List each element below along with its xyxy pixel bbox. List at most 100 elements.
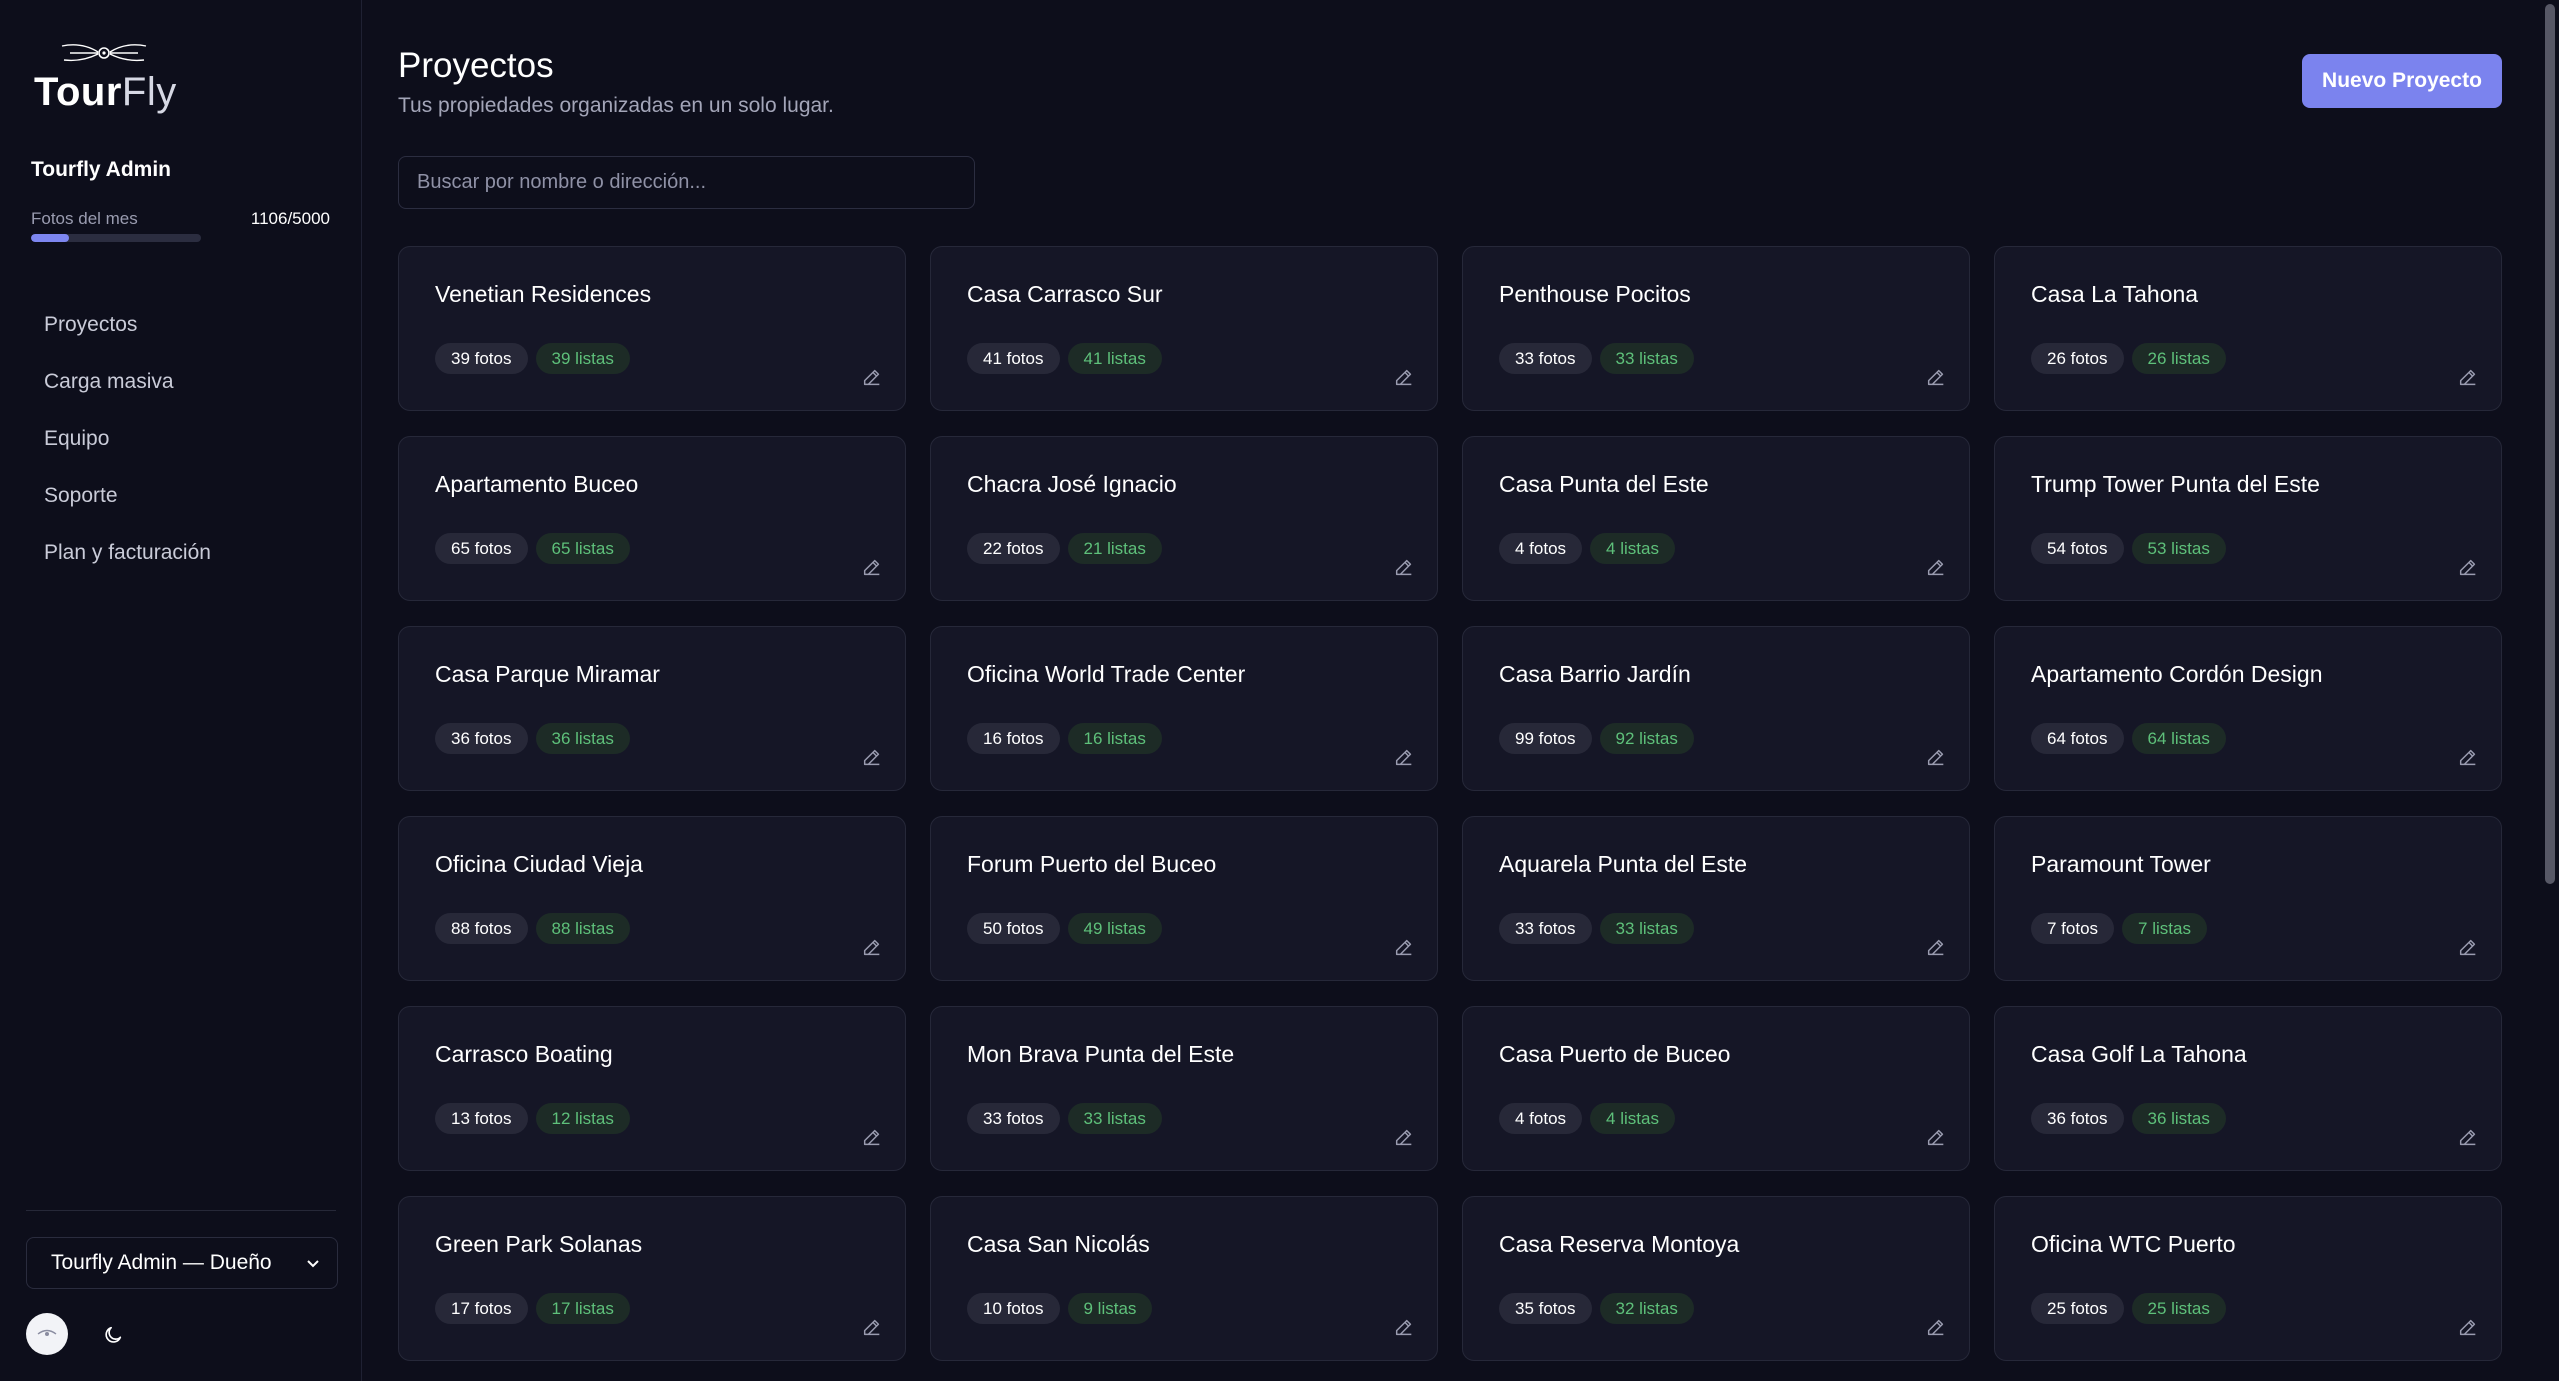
edit-icon[interactable]	[1925, 746, 1947, 768]
project-card[interactable]: Casa La Tahona 26 fotos 26 listas	[1994, 246, 2502, 411]
edit-icon[interactable]	[861, 366, 883, 388]
scrollbar-thumb[interactable]	[2545, 4, 2555, 884]
list-count-badge: 17 listas	[535, 1293, 630, 1324]
project-card[interactable]: Oficina World Trade Center 16 fotos 16 lis…	[930, 626, 1438, 791]
project-card[interactable]: Casa Reserva Montoya 35 fotos 32 listas	[1462, 1196, 1970, 1361]
project-name: Casa Puerto de Buceo	[1499, 1041, 1731, 1067]
edit-icon[interactable]	[1925, 556, 1947, 578]
main-content: Proyectos Tus propiedades organizadas en…	[362, 0, 2559, 1381]
photo-count-badge: 33 fotos	[1499, 913, 1592, 944]
project-card[interactable]: Casa Barrio Jardín 99 fotos 92 listas	[1462, 626, 1970, 791]
project-badges: 13 fotos 12 listas	[435, 1103, 630, 1134]
brand-name: TourFly	[34, 70, 177, 114]
edit-icon[interactable]	[861, 1316, 883, 1338]
project-card[interactable]: Casa Punta del Este 4 fotos 4 listas	[1462, 436, 1970, 601]
sidebar-divider	[26, 1210, 336, 1211]
project-card[interactable]: Green Park Solanas 17 fotos 17 listas	[398, 1196, 906, 1361]
list-count-badge: 33 listas	[1067, 1103, 1162, 1134]
project-name: Casa Parque Miramar	[435, 661, 660, 687]
project-name: Apartamento Cordón Design	[2031, 661, 2323, 687]
edit-icon[interactable]	[1925, 366, 1947, 388]
photo-count-badge: 64 fotos	[2031, 723, 2124, 754]
photo-count-badge: 13 fotos	[435, 1103, 528, 1134]
project-badges: 41 fotos 41 listas	[967, 343, 1162, 374]
project-card[interactable]: Penthouse Pocitos 33 fotos 33 listas	[1462, 246, 1970, 411]
list-count-badge: 41 listas	[1067, 343, 1162, 374]
project-card[interactable]: Casa Parque Miramar 36 fotos 36 listas	[398, 626, 906, 791]
photo-count-badge: 10 fotos	[967, 1293, 1060, 1324]
list-count-badge: 32 listas	[1599, 1293, 1694, 1324]
scrollbar[interactable]	[2541, 0, 2559, 1381]
list-count-badge: 36 listas	[2131, 1103, 2226, 1134]
sidebar-item-soporte[interactable]: Soporte	[44, 479, 211, 536]
project-badges: 64 fotos 64 listas	[2031, 723, 2226, 754]
edit-icon[interactable]	[861, 936, 883, 958]
edit-icon[interactable]	[1393, 1126, 1415, 1148]
project-card[interactable]: Oficina Ciudad Vieja 88 fotos 88 listas	[398, 816, 906, 981]
edit-icon[interactable]	[1393, 556, 1415, 578]
sidebar-item-equipo[interactable]: Equipo	[44, 422, 211, 479]
project-badges: 10 fotos 9 listas	[967, 1293, 1153, 1324]
chevron-down-icon	[307, 1260, 319, 1268]
list-count-badge: 7 listas	[2122, 913, 2207, 944]
edit-icon[interactable]	[1393, 1316, 1415, 1338]
edit-icon[interactable]	[1393, 936, 1415, 958]
project-card[interactable]: Mon Brava Punta del Este 33 fotos 33 lista…	[930, 1006, 1438, 1171]
edit-icon[interactable]	[2457, 366, 2479, 388]
project-card[interactable]: Venetian Residences 39 fotos 39 listas	[398, 246, 906, 411]
edit-icon[interactable]	[1925, 1126, 1947, 1148]
edit-icon[interactable]	[2457, 1316, 2479, 1338]
sidebar-item-proyectos[interactable]: Proyectos	[44, 308, 211, 365]
search-input[interactable]	[398, 156, 975, 209]
project-card[interactable]: Casa Golf La Tahona 36 fotos 36 listas	[1994, 1006, 2502, 1171]
project-badges: 35 fotos 32 listas	[1499, 1293, 1694, 1324]
project-badges: 33 fotos 33 listas	[967, 1103, 1162, 1134]
edit-icon[interactable]	[2457, 746, 2479, 768]
edit-icon[interactable]	[1925, 1316, 1947, 1338]
project-card[interactable]: Aquarela Punta del Este 33 fotos 33 listas	[1462, 816, 1970, 981]
project-card[interactable]: Casa Puerto de Buceo 4 fotos 4 listas	[1462, 1006, 1970, 1171]
edit-icon[interactable]	[861, 556, 883, 578]
project-badges: 33 fotos 33 listas	[1499, 913, 1694, 944]
project-card[interactable]: Carrasco Boating 13 fotos 12 listas	[398, 1006, 906, 1171]
account-role-value: Tourfly Admin — Dueño	[51, 1251, 272, 1274]
project-name: Apartamento Buceo	[435, 471, 639, 497]
avatar[interactable]	[26, 1313, 68, 1355]
sidebar-item-carga-masiva[interactable]: Carga masiva	[44, 365, 211, 422]
project-badges: 25 fotos 25 listas	[2031, 1293, 2226, 1324]
edit-icon[interactable]	[861, 1126, 883, 1148]
project-card[interactable]: Apartamento Cordón Design 64 fotos 64 list…	[1994, 626, 2502, 791]
project-card[interactable]: Paramount Tower 7 fotos 7 listas	[1994, 816, 2502, 981]
account-role-select[interactable]: Tourfly Admin — Dueño	[26, 1237, 338, 1289]
theme-toggle-button[interactable]	[98, 1320, 128, 1350]
brand-logo[interactable]: TourFly	[34, 40, 177, 116]
edit-icon[interactable]	[2457, 936, 2479, 958]
project-card[interactable]: Chacra José Ignacio 22 fotos 21 listas	[930, 436, 1438, 601]
edit-icon[interactable]	[1393, 366, 1415, 388]
photo-count-badge: 4 fotos	[1499, 533, 1583, 564]
project-name: Casa Golf La Tahona	[2031, 1041, 2247, 1067]
photo-quota-value: 1106/5000	[250, 209, 330, 228]
edit-icon[interactable]	[1925, 936, 1947, 958]
list-count-badge: 53 listas	[2131, 533, 2226, 564]
new-project-button[interactable]: Nuevo Proyecto	[2302, 54, 2502, 108]
project-card[interactable]: Oficina WTC Puerto 25 fotos 25 listas	[1994, 1196, 2502, 1361]
edit-icon[interactable]	[2457, 1126, 2479, 1148]
edit-icon[interactable]	[2457, 556, 2479, 578]
sidebar-item-plan-facturacion[interactable]: Plan y facturación	[44, 536, 211, 593]
project-card[interactable]: Forum Puerto del Buceo 50 fotos 49 listas	[930, 816, 1438, 981]
list-count-badge: 16 listas	[1067, 723, 1162, 754]
project-badges: 26 fotos 26 listas	[2031, 343, 2226, 374]
photo-count-badge: 17 fotos	[435, 1293, 528, 1324]
project-card[interactable]: Trump Tower Punta del Este 54 fotos 53 lis…	[1994, 436, 2502, 601]
edit-icon[interactable]	[861, 746, 883, 768]
photo-count-badge: 26 fotos	[2031, 343, 2124, 374]
list-count-badge: 4 listas	[1590, 1103, 1675, 1134]
project-card[interactable]: Casa San Nicolás 10 fotos 9 listas	[930, 1196, 1438, 1361]
edit-icon[interactable]	[1393, 746, 1415, 768]
project-badges: 16 fotos 16 listas	[967, 723, 1162, 754]
photo-count-badge: 41 fotos	[967, 343, 1060, 374]
project-card[interactable]: Apartamento Buceo 65 fotos 65 listas	[398, 436, 906, 601]
project-name: Venetian Residences	[435, 281, 652, 307]
project-card[interactable]: Casa Carrasco Sur 41 fotos 41 listas	[930, 246, 1438, 411]
